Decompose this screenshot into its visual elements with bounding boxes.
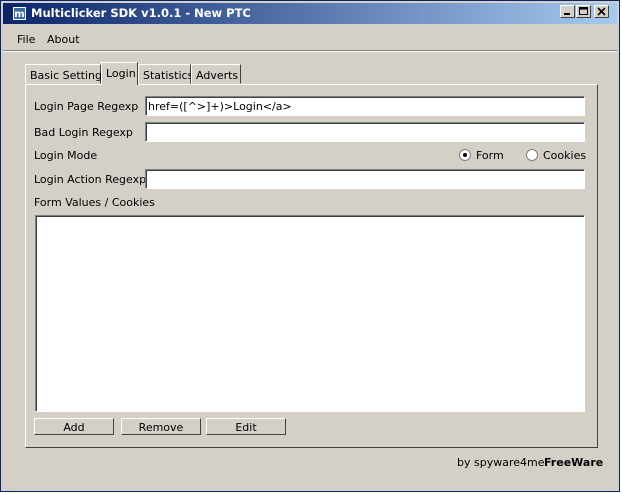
maximize-button[interactable]: [576, 5, 591, 18]
maximize-icon: [579, 7, 588, 15]
tab-login[interactable]: Login: [101, 62, 138, 85]
close-button[interactable]: [594, 5, 609, 18]
app-icon: m: [13, 7, 26, 20]
cookies-radio-label[interactable]: Cookies: [543, 149, 586, 162]
login-action-regexp-label: Login Action Regexp: [34, 173, 147, 186]
menu-file[interactable]: File: [17, 33, 35, 46]
radio-selected-dot: [463, 153, 467, 157]
cookies-radio[interactable]: [526, 149, 538, 161]
login-page-regexp-label: Login Page Regexp: [34, 100, 139, 113]
minimize-icon: [564, 13, 570, 15]
login-mode-label: Login Mode: [34, 149, 98, 162]
minimize-button[interactable]: [560, 5, 575, 18]
tab-adverts[interactable]: Adverts: [191, 64, 241, 84]
bad-login-regexp-field[interactable]: [145, 122, 585, 142]
window-title: Multiclicker SDK v1.0.1 - New PTC: [31, 6, 251, 20]
author-credit: by spyware4me: [457, 456, 545, 469]
menu-about[interactable]: About: [47, 33, 80, 46]
edit-button[interactable]: Edit: [206, 418, 286, 435]
add-button[interactable]: Add: [34, 418, 114, 435]
menu-separator: [3, 50, 617, 52]
form-radio[interactable]: [459, 149, 471, 161]
remove-button[interactable]: Remove: [121, 418, 201, 435]
app-window: m Multiclicker SDK v1.0.1 - New PTC File…: [0, 0, 620, 492]
bad-login-regexp-label: Bad Login Regexp: [34, 126, 133, 139]
title-bar[interactable]: m Multiclicker SDK v1.0.1 - New PTC: [3, 3, 617, 24]
tab-basic-settings[interactable]: Basic Settings: [25, 64, 108, 84]
close-icon: [597, 7, 606, 16]
form-values-list[interactable]: [35, 215, 585, 412]
login-page-regexp-field[interactable]: [145, 96, 585, 116]
freeware-label: FreeWare: [544, 456, 604, 469]
form-values-label: Form Values / Cookies: [34, 196, 155, 209]
login-action-regexp-field[interactable]: [145, 169, 585, 189]
form-radio-label[interactable]: Form: [476, 149, 504, 162]
tab-statistics[interactable]: Statistics: [138, 64, 193, 84]
